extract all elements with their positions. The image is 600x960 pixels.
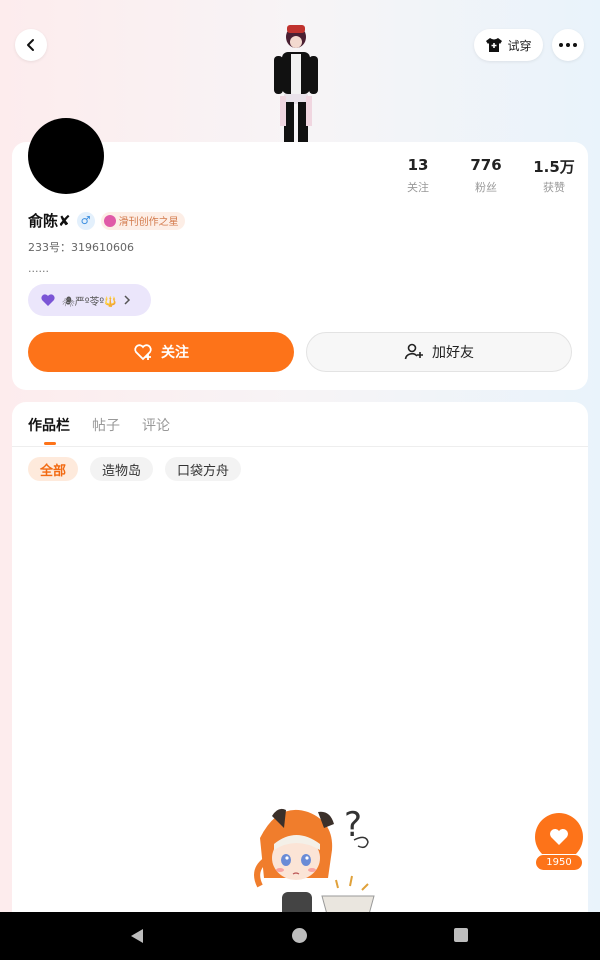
stat-label: 获赞: [543, 181, 565, 194]
system-nav-bar: [0, 912, 600, 960]
flower-icon: [103, 214, 116, 227]
add-user-icon: [404, 343, 423, 360]
user-id-value: 319610606: [71, 241, 134, 254]
add-friend-button[interactable]: 加好友: [306, 332, 572, 372]
name-row: 俞陈✘ ♂ 滑刊创作之星: [28, 210, 185, 231]
stat-value: 1.5万: [533, 158, 575, 176]
like-count: 1950: [535, 854, 583, 871]
creator-title-badge[interactable]: 滑刊创作之星: [100, 211, 185, 230]
heart-plus-icon: [134, 344, 152, 361]
back-icon: [27, 39, 34, 51]
medal-heart-icon: [41, 294, 55, 306]
gender-male-icon: ♂: [76, 211, 95, 230]
content-card: 作品栏 帖子 评论 全部 造物岛 口袋方舟 ?: [12, 402, 588, 922]
empty-state-illustration: ?: [254, 805, 375, 918]
avatar-character-figure[interactable]: [268, 22, 324, 144]
stat-label: 关注: [407, 181, 429, 194]
stat-following[interactable]: 13 关注: [384, 156, 452, 195]
tab-posts[interactable]: 帖子: [92, 415, 120, 445]
tab-comments[interactable]: 评论: [142, 415, 170, 445]
stat-value: 13: [407, 156, 429, 174]
add-friend-label: 加好友: [432, 345, 474, 361]
back-button[interactable]: [15, 29, 47, 61]
like-fab[interactable]: 1950: [535, 813, 583, 871]
stat-label: 粉丝: [475, 181, 497, 194]
content-tabs: 作品栏 帖子 评论: [28, 415, 170, 445]
stat-followers[interactable]: 776 粉丝: [452, 156, 520, 195]
more-icon: [559, 43, 577, 47]
nav-home-icon[interactable]: [292, 928, 307, 943]
more-button[interactable]: [552, 29, 584, 61]
filter-creation-island[interactable]: 造物岛: [90, 457, 154, 481]
filter-all[interactable]: 全部: [28, 457, 79, 481]
nav-back-icon[interactable]: [129, 928, 145, 944]
user-id-label: 233号：: [28, 241, 71, 254]
title-badge-label: 滑刊创作之星: [118, 217, 179, 228]
profile-stats: 13 关注 776 粉丝 1.5万 获赞: [384, 156, 588, 195]
follow-button[interactable]: 关注: [28, 332, 294, 372]
tab-works[interactable]: 作品栏: [28, 415, 70, 445]
try-on-label: 试穿: [507, 38, 532, 53]
follow-label: 关注: [161, 345, 189, 361]
avatar[interactable]: [28, 118, 104, 194]
try-on-button[interactable]: 试穿: [474, 29, 543, 61]
heart-icon: [550, 829, 568, 845]
username: 俞陈✘: [28, 212, 71, 230]
user-id[interactable]: 233号：319610606: [28, 239, 134, 255]
tab-divider: [12, 446, 588, 447]
shirt-icon: [486, 38, 503, 52]
svg-text:?: ?: [344, 805, 362, 845]
bio: ......: [28, 262, 49, 275]
stat-value: 776: [470, 156, 502, 174]
medal-text: 🕷严º苓º🔱: [62, 296, 117, 308]
chevron-right-icon: [124, 295, 130, 305]
nav-recent-icon[interactable]: [454, 928, 468, 942]
medal-pill[interactable]: 🕷严º苓º🔱: [28, 284, 151, 316]
filter-chips: 全部 造物岛 口袋方舟: [28, 457, 242, 481]
filter-pocket-ark[interactable]: 口袋方舟: [165, 457, 242, 481]
stat-likes[interactable]: 1.5万 获赞: [520, 156, 588, 195]
profile-card: 13 关注 776 粉丝 1.5万 获赞 俞陈✘ ♂ 滑刊创作之星 233号：3…: [12, 118, 588, 390]
